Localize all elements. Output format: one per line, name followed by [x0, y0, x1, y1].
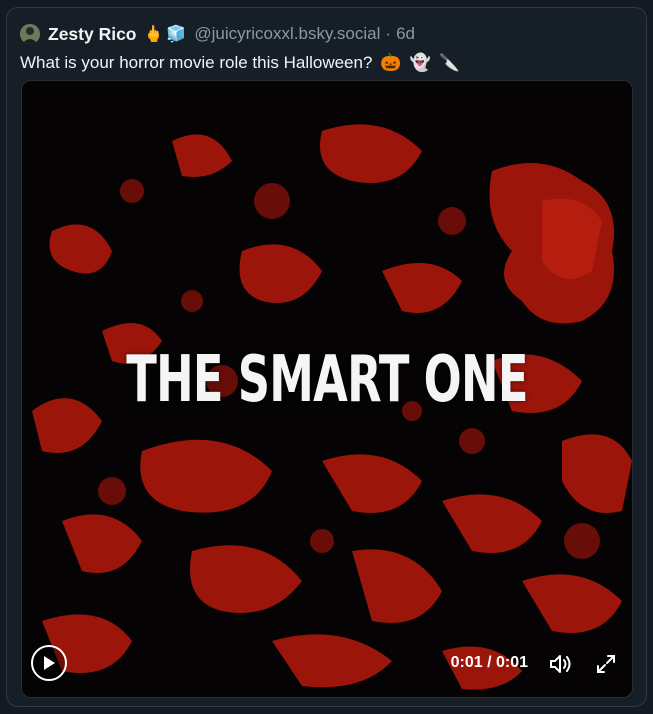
separator-dot: · — [385, 24, 392, 43]
volume-icon — [550, 655, 571, 673]
play-button[interactable] — [31, 645, 67, 681]
jack-o-lantern-emoji: 🎃 — [380, 53, 402, 72]
author-handle[interactable]: @juicyricoxxl.bsky.social — [194, 24, 380, 44]
fullscreen-icon — [597, 655, 615, 673]
post-header: Zesty Rico 🖕 🧊 @juicyricoxxl.bsky.social… — [20, 22, 415, 46]
author-name[interactable]: Zesty Rico — [48, 24, 137, 45]
video-title-text: THE SMART ONE — [126, 343, 528, 417]
ice-cube-emoji: 🧊 — [166, 26, 187, 43]
knife-emoji: 🔪 — [438, 53, 460, 72]
video-player[interactable]: THE SMART ONE 0:01 / 0:01 — [21, 80, 633, 698]
video-time-display: 0:01 / 0:01 — [450, 654, 528, 671]
post-timestamp[interactable]: 6d — [396, 24, 415, 44]
ghost-emoji: 👻 — [409, 53, 431, 72]
post-text-body: What is your horror movie role this Hall… — [20, 53, 373, 72]
post-card[interactable]: Zesty Rico 🖕 🧊 @juicyricoxxl.bsky.social… — [6, 7, 647, 707]
play-icon — [44, 656, 55, 670]
avatar[interactable] — [20, 24, 40, 44]
fullscreen-button[interactable] — [595, 653, 617, 675]
volume-button[interactable] — [549, 653, 573, 675]
post-text: What is your horror movie role this Hall… — [20, 51, 460, 75]
middle-finger-emoji: 🖕 — [143, 26, 164, 43]
